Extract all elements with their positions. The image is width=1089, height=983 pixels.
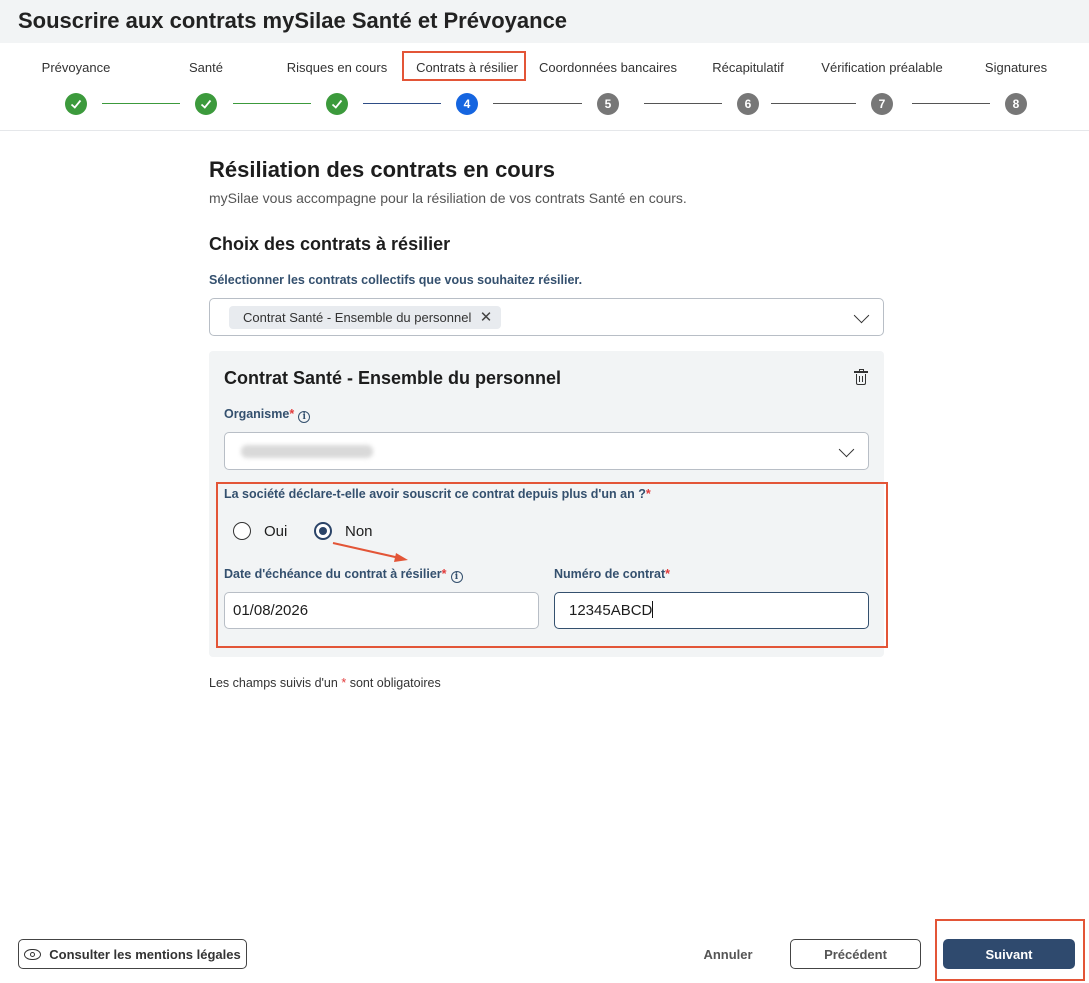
highlight-box-next xyxy=(935,919,1085,981)
step-8-number[interactable]: 8 xyxy=(1005,93,1027,115)
step-connector xyxy=(233,103,311,104)
close-icon[interactable]: ✕ xyxy=(480,306,493,329)
step-connector xyxy=(644,103,722,104)
chevron-down-icon[interactable] xyxy=(853,307,870,324)
stepper: Prévoyance Santé Risques en cours Contra… xyxy=(0,43,1089,131)
step-6-number[interactable]: 6 xyxy=(737,93,759,115)
step-4-number[interactable]: 4 xyxy=(456,93,478,115)
legal-mentions-button[interactable]: Consulter les mentions légales xyxy=(18,939,247,969)
eye-icon xyxy=(24,948,42,960)
step-3-check-icon[interactable] xyxy=(326,93,348,115)
step-connector xyxy=(363,103,441,104)
step-label-coordonnees[interactable]: Coordonnées bancaires xyxy=(539,60,677,75)
contracts-select-label: Sélectionner les contrats collectifs que… xyxy=(209,273,583,287)
step-highlight-box xyxy=(402,51,526,81)
step-2-check-icon[interactable] xyxy=(195,93,217,115)
step-connector xyxy=(102,103,180,104)
page-header-title: Souscrire aux contrats mySilae Santé et … xyxy=(18,8,568,33)
selected-contract-chip: Contrat Santé - Ensemble du personnel ✕ xyxy=(229,306,502,329)
step-label-sante[interactable]: Santé xyxy=(189,60,223,75)
step-label-signatures[interactable]: Signatures xyxy=(985,60,1047,75)
step-label-risques[interactable]: Risques en cours xyxy=(287,60,387,75)
cancel-button[interactable]: Annuler xyxy=(690,939,766,969)
contracts-multi-select[interactable]: Contrat Santé - Ensemble du personnel ✕ xyxy=(209,298,884,336)
required-fields-note: Les champs suivis d'un * sont obligatoir… xyxy=(209,676,441,690)
step-connector xyxy=(912,103,990,104)
top-bar: Souscrire aux contrats mySilae Santé et … xyxy=(0,0,1089,43)
step-connector xyxy=(771,103,856,104)
contract-card-title: Contrat Santé - Ensemble du personnel xyxy=(224,368,562,388)
info-icon[interactable]: i xyxy=(298,411,311,423)
step-1-check-icon[interactable] xyxy=(65,93,87,115)
step-connector xyxy=(493,103,582,104)
section-title: Choix des contrats à résilier xyxy=(209,234,451,254)
step-7-number[interactable]: 7 xyxy=(871,93,893,115)
step-label-prevoyance[interactable]: Prévoyance xyxy=(42,60,111,75)
chip-label: Contrat Santé - Ensemble du personnel xyxy=(243,310,472,325)
step-label-recapitulatif[interactable]: Récapitulatif xyxy=(712,60,784,75)
organisme-label: Organisme* i xyxy=(224,407,311,423)
page-title: Résiliation des contrats en cours xyxy=(209,157,555,182)
chevron-down-icon[interactable] xyxy=(838,441,855,458)
page-subtitle: mySilae vous accompagne pour la résiliat… xyxy=(209,190,687,206)
step-5-number[interactable]: 5 xyxy=(597,93,619,115)
trash-icon[interactable] xyxy=(854,369,868,385)
organisme-select[interactable] xyxy=(224,432,869,470)
previous-button[interactable]: Précédent xyxy=(790,939,921,969)
step-label-verification[interactable]: Vérification préalable xyxy=(821,60,942,75)
highlight-box-question xyxy=(216,482,888,648)
blurred-organisme-value xyxy=(241,445,373,458)
